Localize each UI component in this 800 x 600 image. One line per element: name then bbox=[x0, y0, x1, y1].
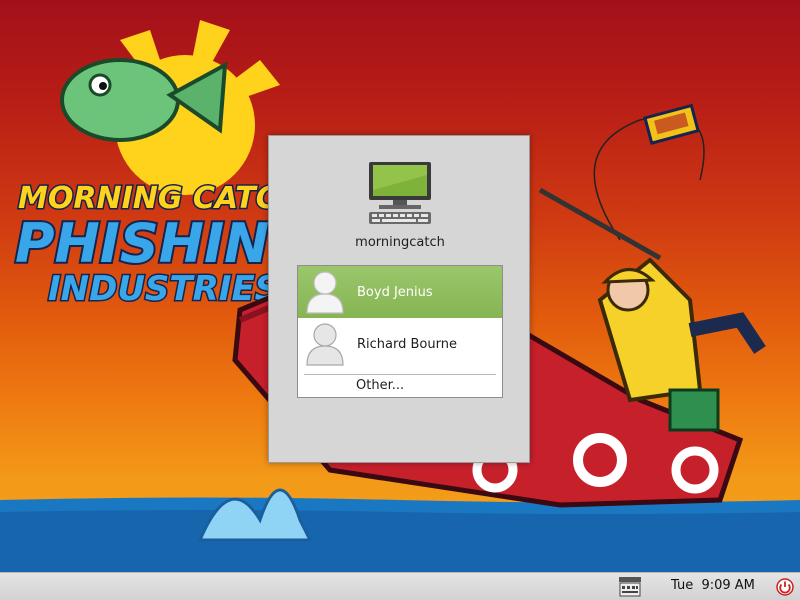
keyboard-icon[interactable] bbox=[618, 576, 642, 598]
computer-icon bbox=[369, 162, 431, 224]
user-list-separator bbox=[304, 374, 496, 375]
clock[interactable]: Tue 9:09 AM bbox=[671, 578, 755, 593]
user-row-richard-bourne[interactable]: Richard Bourne bbox=[298, 318, 502, 370]
login-dialog: morningcatch Boyd Jenius Richard Bourne … bbox=[268, 135, 530, 463]
user-row-boyd-jenius[interactable]: Boyd Jenius bbox=[298, 266, 502, 318]
logo-line3: INDUSTRIES bbox=[48, 269, 279, 309]
hostname-label: morningcatch bbox=[355, 235, 445, 250]
other-user-option[interactable]: Other... bbox=[356, 378, 404, 393]
logo-line1: MORNING CATCH bbox=[18, 181, 303, 216]
user-list: Boyd Jenius Richard Bourne Other... bbox=[297, 265, 503, 398]
user-name: Richard Bourne bbox=[357, 336, 457, 352]
user-name: Boyd Jenius bbox=[357, 284, 433, 300]
bait-box bbox=[643, 103, 700, 145]
power-icon[interactable] bbox=[776, 578, 794, 596]
water-splash bbox=[197, 488, 313, 542]
bottom-panel: Tue 9:09 AM bbox=[0, 572, 800, 600]
user-avatar-icon bbox=[306, 271, 344, 314]
user-avatar-icon bbox=[306, 323, 344, 366]
